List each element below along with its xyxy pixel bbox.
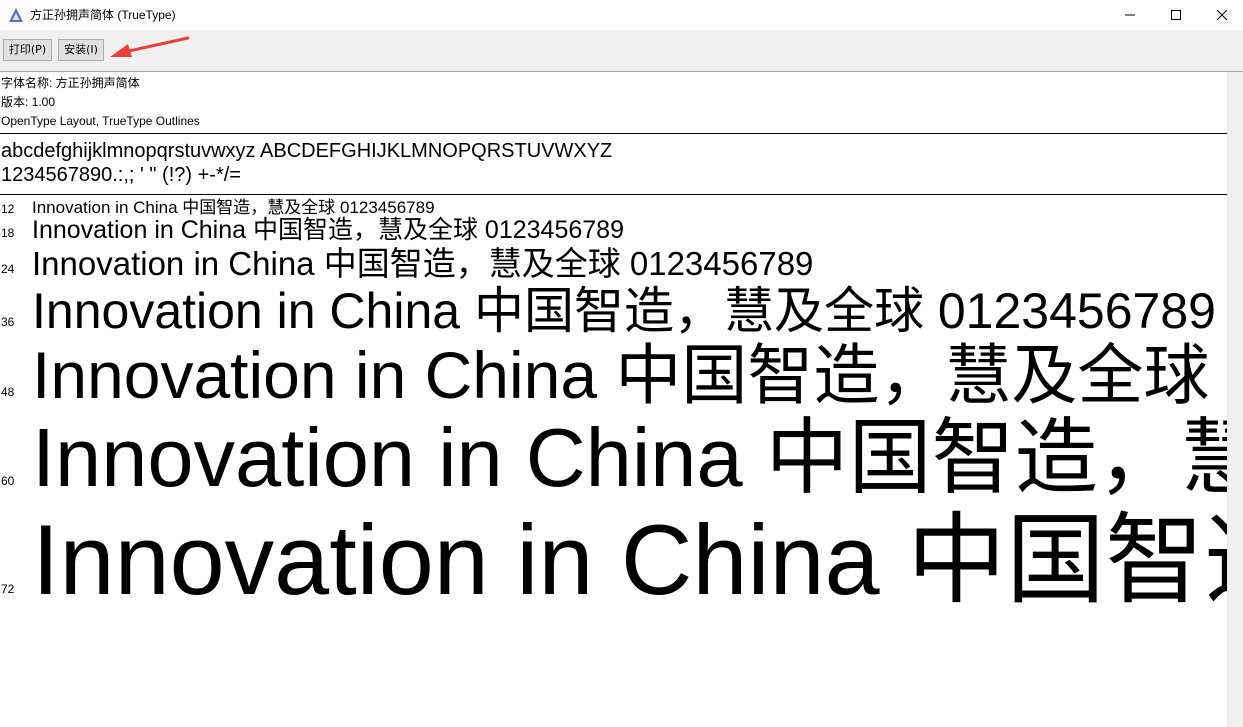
sample-size-label: 48 [1, 385, 15, 399]
divider [0, 194, 1227, 195]
annotation-arrow-icon [110, 36, 190, 57]
sample-text: Innovation in China 中国智造，慧及全球 0123456789 [32, 245, 814, 282]
sample-text: Innovation in China 中国智造，慧及全球 0123456789 [32, 198, 435, 217]
sample-size-label: 18 [1, 226, 15, 240]
sample-text: Innovation in China 中国智造，慧及全球 0123456789 [32, 338, 1227, 412]
font-preview-area: 字体名称: 方正孙拥声简体 版本: 1.00 OpenType Layout, … [0, 72, 1227, 727]
charset-letters: abcdefghijklmnopqrstuvwxyz ABCDEFGHIJKLM… [1, 140, 613, 162]
sample-size-label: 24 [1, 262, 15, 276]
close-button[interactable] [1199, 0, 1243, 30]
sample-size-label: 12 [1, 202, 15, 216]
install-button[interactable]: 安装(I) [58, 39, 104, 61]
window-title: 方正孙拥声简体 (TrueType) [30, 8, 176, 22]
sample-text: Innovation in China 中国智造，慧及全球 0123456789 [32, 411, 1227, 504]
minimize-icon [1125, 14, 1135, 16]
divider [0, 133, 1227, 134]
sample-text: Innovation in China 中国智造，慧及全球 0123456789 [32, 216, 624, 244]
vertical-scrollbar[interactable] [1227, 72, 1243, 727]
font-format-line: OpenType Layout, TrueType Outlines [1, 114, 200, 128]
maximize-button[interactable] [1153, 0, 1199, 30]
maximize-icon [1171, 10, 1181, 20]
title-bar[interactable]: 方正孙拥声简体 (TrueType) [0, 0, 1243, 30]
font-viewer-window: 方正孙拥声简体 (TrueType) 打印(P) 安装(I) 字体名称: 方正孙… [0, 0, 1243, 727]
sample-size-label: 72 [1, 582, 15, 596]
sample-size-label: 60 [1, 474, 15, 488]
sample-text: Innovation in China 中国智造，慧及全球 0123456789 [32, 283, 1216, 339]
font-viewer-icon [8, 7, 24, 23]
print-button[interactable]: 打印(P) [3, 39, 52, 61]
sample-text: Innovation in China 中国智造，慧及全球 0123456789 [32, 504, 1227, 615]
font-name-line: 字体名称: 方正孙拥声简体 [1, 76, 140, 90]
minimize-button[interactable] [1107, 0, 1153, 30]
font-version-line: 版本: 1.00 [1, 95, 56, 109]
sample-size-label: 36 [1, 315, 15, 329]
charset-digits-symbols: 1234567890.:,; ' " (!?) +-*/= [1, 164, 241, 186]
close-icon [1217, 10, 1227, 20]
